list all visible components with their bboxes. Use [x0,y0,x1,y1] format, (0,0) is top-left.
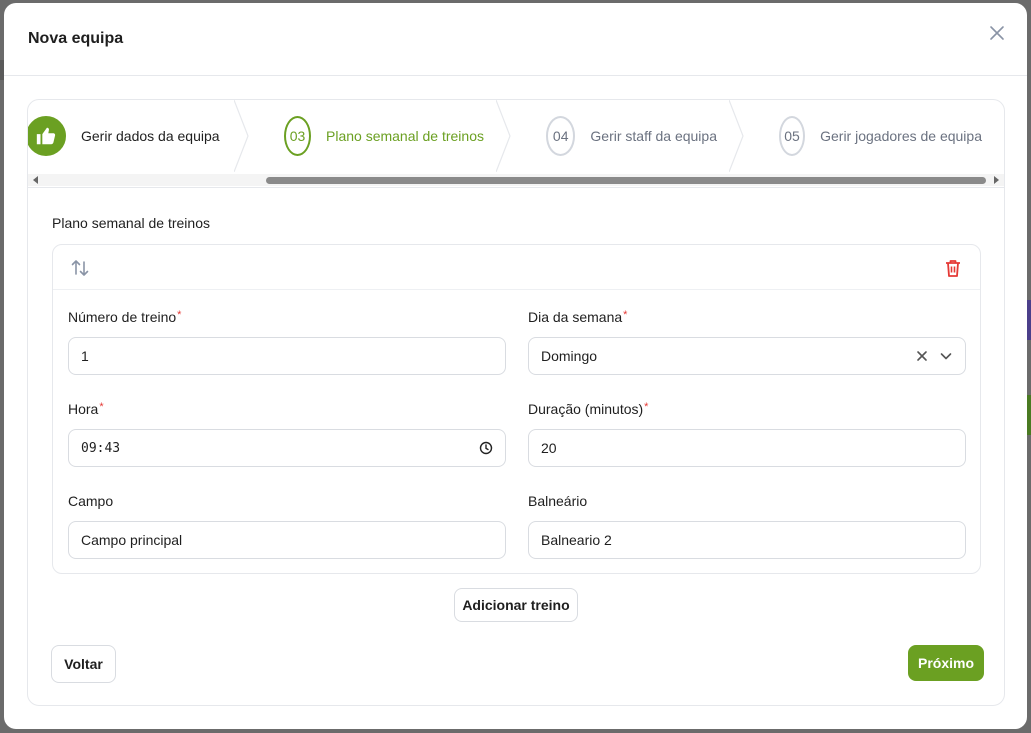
trash-icon[interactable] [942,257,964,279]
add-training-button[interactable]: Adicionar treino [454,588,578,622]
scroll-right-arrow-icon[interactable] [992,176,1000,184]
field-label: Duração (minutos) [528,401,644,417]
modal-header: Nova equipa [4,3,1027,76]
locker-room-field: Balneário Balneario 2 [528,493,966,559]
clock-icon[interactable] [479,441,493,455]
close-icon [990,26,1004,40]
time-field: Hora* 09:43 [68,401,506,467]
input-value: Balneario 2 [541,532,612,548]
step-players[interactable]: 05 Gerir jogadores de equipa [739,100,1004,172]
locker-room-input[interactable]: Balneario 2 [528,521,966,559]
field-label: Campo [68,493,114,509]
select-value: Domingo [541,348,598,364]
training-item-header [53,245,980,290]
duration-input[interactable]: 20 [528,429,966,467]
chevron-down-icon[interactable] [939,349,953,363]
field-label: Hora [68,401,99,417]
step-number: 03 [284,116,311,156]
input-value: 1 [81,348,89,364]
input-value: Campo principal [81,532,183,548]
field-location-field: Campo Campo principal [68,493,506,559]
weekday-field: Dia da semana* Domingo [528,309,966,375]
step-team-data[interactable]: Gerir dados da equipa [28,100,249,172]
field-label: Balneário [528,493,588,509]
step-done-circle [28,116,66,156]
modal-title: Nova equipa [28,30,124,47]
next-button[interactable]: Próximo [908,645,984,681]
field-location-input[interactable]: Campo principal [68,521,506,559]
close-button[interactable] [985,21,1009,45]
sort-arrows-icon[interactable] [69,257,91,279]
new-team-modal: Nova equipa Gerir dados da equipa 03 Pla… [4,3,1027,729]
step-label: Plano semanal de treinos [326,128,484,144]
step-number: 04 [546,116,576,156]
required-marker: * [644,401,649,413]
scroll-left-arrow-icon[interactable] [32,176,40,184]
time-input[interactable]: 09:43 [68,429,506,467]
training-number-input[interactable]: 1 [68,337,506,375]
step-label: Gerir staff da equipa [590,128,717,144]
step-number: 05 [779,116,806,156]
step-label: Gerir dados da equipa [81,128,220,144]
field-label: Número de treino [68,309,177,325]
thumbs-up-icon [36,127,56,145]
field-label: Dia da semana [528,309,623,325]
back-button[interactable]: Voltar [51,645,116,683]
duration-field: Duração (minutos)* 20 [528,401,966,467]
required-marker: * [623,309,628,321]
scrollbar-thumb[interactable] [266,177,986,184]
required-marker: * [177,309,182,321]
weekday-select[interactable]: Domingo [528,337,966,375]
step-label: Gerir jogadores de equipa [820,128,982,144]
required-marker: * [99,401,104,413]
training-item: Número de treino* 1 Dia da semana* Domin… [52,244,981,574]
input-value: 09:43 [81,440,121,456]
step-staff[interactable]: 04 Gerir staff da equipa [506,100,744,172]
training-number-field: Número de treino* 1 [68,309,506,375]
horizontal-scrollbar[interactable] [28,174,1004,186]
clear-x-icon[interactable] [915,349,929,363]
stepper: Gerir dados da equipa 03 Plano semanal d… [28,100,1004,188]
wizard-card: Gerir dados da equipa 03 Plano semanal d… [27,99,1005,706]
step-weekly-plan[interactable]: 03 Plano semanal de treinos [244,100,511,172]
section-title: Plano semanal de treinos [52,215,210,231]
input-value: 20 [541,440,557,456]
